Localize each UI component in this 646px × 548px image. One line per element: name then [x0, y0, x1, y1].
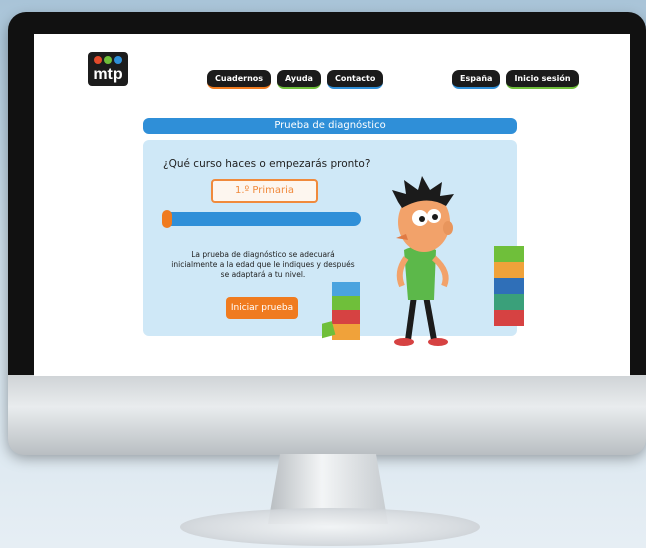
teal-block-icon: [494, 294, 524, 310]
green-block-icon: [494, 246, 524, 262]
account-nav: España Inicio sesión: [452, 70, 579, 89]
green-dot-icon: [104, 56, 112, 64]
grade-value-display: 1.º Primaria: [211, 179, 318, 203]
main-nav: Cuadernos Ayuda Contacto: [207, 70, 384, 89]
orange-block-icon: [494, 262, 524, 278]
red-block-icon: [494, 310, 524, 326]
boy-with-blocks-illustration: [322, 176, 524, 346]
mtp-logo[interactable]: mtp: [88, 52, 128, 86]
blue-block-icon: [494, 278, 524, 294]
nav-contacto-button[interactable]: Contacto: [326, 70, 384, 89]
nav-ayuda-button[interactable]: Ayuda: [277, 70, 321, 89]
diagnostic-title-bar: Prueba de diagnóstico: [143, 118, 517, 134]
red-block-icon: [332, 310, 360, 324]
login-button[interactable]: Inicio sesión: [506, 70, 579, 89]
start-test-button[interactable]: Iniciar prueba: [226, 297, 298, 319]
monitor-chin: [8, 375, 646, 455]
logo-text: mtp: [93, 66, 123, 83]
country-button[interactable]: España: [452, 70, 501, 89]
red-dot-icon: [94, 56, 102, 64]
green-block-icon: [332, 296, 360, 310]
blue-block-icon: [332, 282, 360, 296]
nav-cuadernos-button[interactable]: Cuadernos: [207, 70, 272, 89]
screen: mtp Cuadernos Ayuda Contacto España Inic…: [34, 34, 630, 376]
orange-block-icon: [332, 324, 360, 340]
grade-slider-thumb[interactable]: [162, 210, 172, 228]
monitor-stand-base: [180, 508, 480, 546]
blue-dot-icon: [114, 56, 122, 64]
